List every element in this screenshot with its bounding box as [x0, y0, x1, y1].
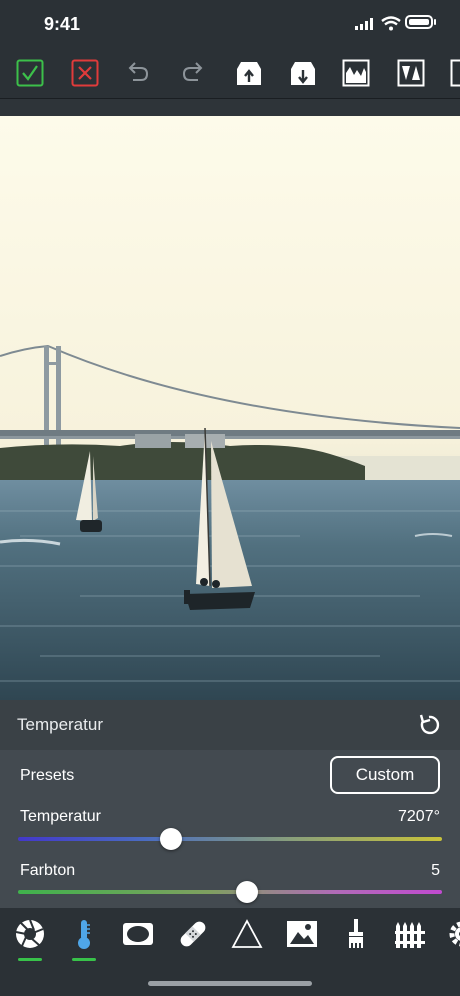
bottom-toolbar	[0, 908, 460, 996]
thermometer-icon[interactable]	[68, 918, 100, 950]
tint-slider-handle[interactable]	[235, 881, 258, 903]
panel-title: Temperatur	[17, 715, 103, 734]
wifi-icon	[381, 16, 401, 31]
home-indicator	[148, 981, 312, 986]
top-toolbar	[0, 48, 460, 98]
confirm-icon[interactable]	[16, 59, 44, 87]
cancel-icon[interactable]	[71, 59, 99, 87]
preset-select-button[interactable]: Custom	[330, 756, 440, 794]
bandage-icon[interactable]	[177, 918, 209, 950]
landscape-icon[interactable]	[286, 918, 318, 950]
temperature-label: Temperatur	[20, 808, 101, 825]
panel-header: Temperatur	[0, 700, 460, 750]
redo-icon[interactable]	[179, 59, 207, 87]
export-up-icon[interactable]	[235, 59, 263, 87]
signal-icon	[355, 18, 373, 30]
toolbar-divider	[0, 98, 460, 116]
active-indicator	[72, 958, 96, 961]
undo-icon[interactable]	[124, 59, 152, 87]
levels-icon[interactable]	[397, 59, 425, 87]
tint-value: 5	[431, 862, 440, 879]
tint-label: Farbton	[20, 862, 76, 879]
tint-track[interactable]	[18, 890, 442, 894]
active-indicator	[18, 958, 42, 961]
histogram-icon[interactable]	[342, 59, 370, 87]
import-down-icon[interactable]	[289, 59, 317, 87]
battery-icon	[405, 15, 433, 29]
status-bar: 9:41	[0, 0, 460, 48]
vignette-icon[interactable]	[122, 918, 154, 950]
reset-icon[interactable]	[417, 713, 441, 737]
photo-canvas[interactable]	[0, 116, 460, 700]
status-time: 9:41	[44, 14, 81, 34]
fence-icon[interactable]	[394, 918, 426, 950]
presets-label: Presets	[20, 767, 75, 784]
triangle-icon[interactable]	[231, 918, 263, 950]
temperature-value: 7207°	[398, 808, 440, 825]
temperature-track[interactable]	[18, 837, 442, 841]
temperature-slider-handle[interactable]	[159, 828, 182, 850]
aperture-icon[interactable]	[14, 918, 46, 950]
more-icon[interactable]	[450, 59, 460, 87]
gear-icon[interactable]	[446, 918, 460, 950]
brush-icon[interactable]	[340, 918, 372, 950]
